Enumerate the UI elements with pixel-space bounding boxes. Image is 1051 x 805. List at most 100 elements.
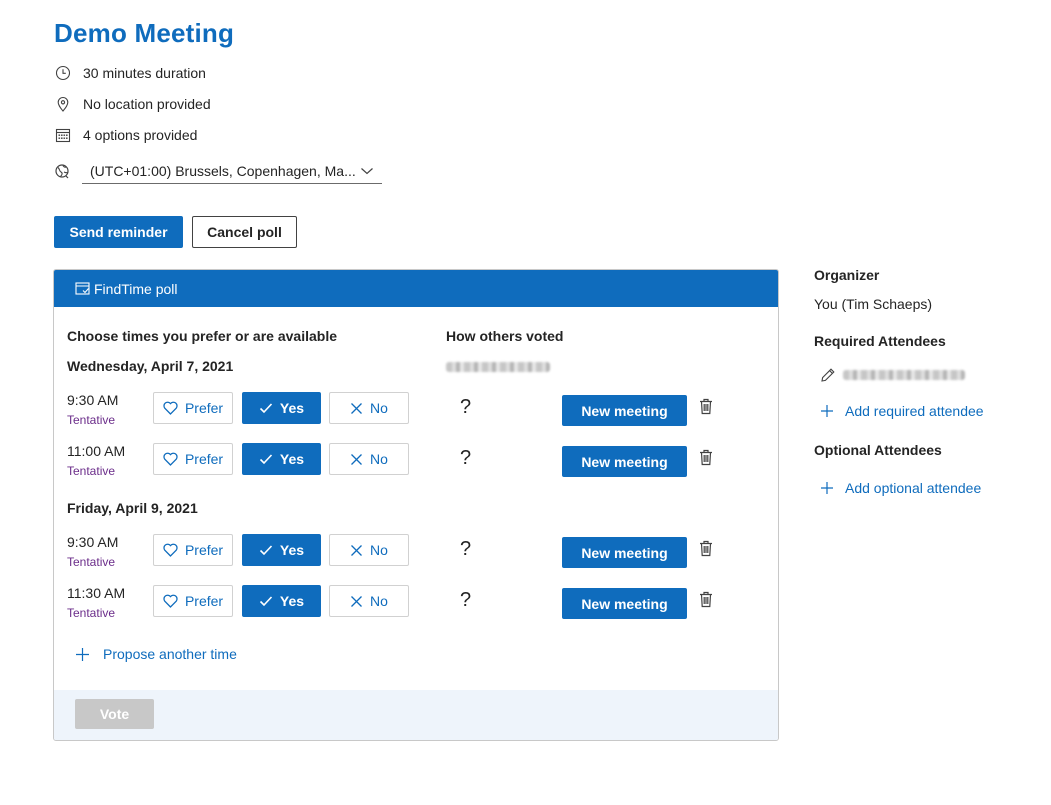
others-vote-status: ? bbox=[460, 396, 472, 418]
others-voted-heading: How others voted bbox=[446, 328, 564, 344]
add-required-label: Add required attendee bbox=[845, 403, 984, 419]
x-icon bbox=[350, 402, 363, 415]
prefer-button[interactable]: Prefer bbox=[153, 534, 233, 566]
prefer-label: Prefer bbox=[184, 451, 224, 467]
no-button[interactable]: No bbox=[329, 534, 409, 566]
slot-time: 11:00 AM bbox=[67, 443, 126, 459]
options-text: 4 options provided bbox=[83, 127, 198, 143]
yes-label: Yes bbox=[279, 451, 305, 467]
trash-icon[interactable] bbox=[699, 591, 713, 608]
slot-time: 9:30 AM bbox=[67, 534, 119, 550]
no-button[interactable]: No bbox=[329, 585, 409, 617]
optional-attendees-heading: Optional Attendees bbox=[814, 442, 942, 458]
chevron-down-icon bbox=[360, 166, 374, 176]
others-vote-status: ? bbox=[460, 447, 472, 469]
globe-icon bbox=[54, 163, 70, 179]
plus-icon bbox=[820, 404, 834, 418]
slot-time: 11:30 AM bbox=[67, 585, 126, 601]
yes-button[interactable]: Yes bbox=[242, 443, 321, 475]
slot-status: Tentative bbox=[67, 464, 116, 478]
heart-icon bbox=[163, 452, 178, 466]
pencil-icon bbox=[820, 367, 836, 383]
choose-times-heading: Choose times you prefer or are available bbox=[67, 328, 337, 344]
calendar-icon bbox=[54, 126, 72, 144]
no-label: No bbox=[370, 542, 388, 558]
prefer-label: Prefer bbox=[184, 542, 224, 558]
timezone-row: (UTC+01:00) Brussels, Copenhagen, Ma... bbox=[54, 158, 382, 184]
page-title: Demo Meeting bbox=[54, 18, 235, 48]
prefer-label: Prefer bbox=[184, 593, 224, 609]
voter-avatar-redacted bbox=[446, 362, 550, 372]
prefer-button[interactable]: Prefer bbox=[153, 443, 233, 475]
poll-header: FindTime poll bbox=[54, 270, 778, 307]
check-icon bbox=[259, 595, 273, 607]
send-reminder-button[interactable]: Send reminder bbox=[54, 216, 183, 248]
time-slot: 11:00 AM Tentative Prefer Yes No ? New m… bbox=[54, 443, 778, 493]
timezone-value: (UTC+01:00) Brussels, Copenhagen, Ma... bbox=[90, 162, 356, 179]
heart-icon bbox=[163, 594, 178, 608]
plus-icon bbox=[75, 647, 90, 662]
add-optional-label: Add optional attendee bbox=[845, 480, 982, 496]
no-label: No bbox=[370, 400, 388, 416]
heart-icon bbox=[163, 543, 178, 557]
poll-footer: Vote bbox=[54, 690, 778, 740]
no-label: No bbox=[370, 451, 388, 467]
slot-status: Tentative bbox=[67, 413, 116, 427]
yes-button[interactable]: Yes bbox=[242, 534, 321, 566]
x-icon bbox=[350, 544, 363, 557]
trash-icon[interactable] bbox=[699, 398, 713, 415]
location-text: No location provided bbox=[83, 96, 211, 112]
new-meeting-button[interactable]: New meeting bbox=[562, 537, 687, 568]
required-attendees-heading: Required Attendees bbox=[814, 333, 946, 349]
required-attendee-item[interactable] bbox=[820, 367, 965, 383]
check-icon bbox=[259, 402, 273, 414]
time-slot: 9:30 AM Tentative Prefer Yes No ? New me… bbox=[54, 392, 778, 442]
organizer-name: You (Tim Schaeps) bbox=[814, 296, 933, 312]
new-meeting-button[interactable]: New meeting bbox=[562, 446, 687, 477]
duration-text: 30 minutes duration bbox=[83, 65, 206, 81]
vote-button[interactable]: Vote bbox=[75, 699, 154, 729]
propose-label: Propose another time bbox=[103, 646, 237, 662]
poll-header-label: FindTime poll bbox=[94, 280, 178, 297]
no-button[interactable]: No bbox=[329, 443, 409, 475]
add-optional-attendee-link[interactable]: Add optional attendee bbox=[820, 480, 981, 496]
slot-time: 9:30 AM bbox=[67, 392, 119, 408]
add-required-attendee-link[interactable]: Add required attendee bbox=[820, 403, 984, 419]
slot-status: Tentative bbox=[67, 606, 116, 620]
prefer-button[interactable]: Prefer bbox=[153, 585, 233, 617]
options-row: 4 options provided bbox=[54, 124, 197, 146]
prefer-button[interactable]: Prefer bbox=[153, 392, 233, 424]
x-icon bbox=[350, 453, 363, 466]
time-slot: 11:30 AM Tentative Prefer Yes No ? New m… bbox=[54, 585, 778, 635]
timezone-dropdown[interactable]: (UTC+01:00) Brussels, Copenhagen, Ma... bbox=[82, 158, 382, 184]
poll-icon bbox=[75, 281, 90, 296]
yes-button[interactable]: Yes bbox=[242, 392, 321, 424]
cancel-poll-button[interactable]: Cancel poll bbox=[192, 216, 297, 248]
clock-icon bbox=[54, 64, 72, 82]
check-icon bbox=[259, 453, 273, 465]
new-meeting-button[interactable]: New meeting bbox=[562, 395, 687, 426]
date-heading: Wednesday, April 7, 2021 bbox=[67, 358, 234, 374]
plus-icon bbox=[820, 481, 834, 495]
time-slot: 9:30 AM Tentative Prefer Yes No ? New me… bbox=[54, 534, 778, 584]
others-vote-status: ? bbox=[460, 589, 472, 611]
slot-status: Tentative bbox=[67, 555, 116, 569]
others-vote-status: ? bbox=[460, 538, 472, 560]
location-row: No location provided bbox=[54, 93, 211, 115]
yes-button[interactable]: Yes bbox=[242, 585, 321, 617]
propose-another-time-link[interactable]: Propose another time bbox=[75, 646, 237, 662]
heart-icon bbox=[163, 401, 178, 415]
no-label: No bbox=[370, 593, 388, 609]
date-heading: Friday, April 9, 2021 bbox=[67, 500, 198, 516]
trash-icon[interactable] bbox=[699, 449, 713, 466]
duration-row: 30 minutes duration bbox=[54, 62, 206, 84]
location-pin-icon bbox=[54, 95, 72, 113]
yes-label: Yes bbox=[279, 542, 305, 558]
organizer-heading: Organizer bbox=[814, 267, 880, 283]
attendee-email-redacted bbox=[843, 370, 965, 380]
yes-label: Yes bbox=[279, 400, 305, 416]
trash-icon[interactable] bbox=[699, 540, 713, 557]
no-button[interactable]: No bbox=[329, 392, 409, 424]
yes-label: Yes bbox=[279, 593, 305, 609]
new-meeting-button[interactable]: New meeting bbox=[562, 588, 687, 619]
